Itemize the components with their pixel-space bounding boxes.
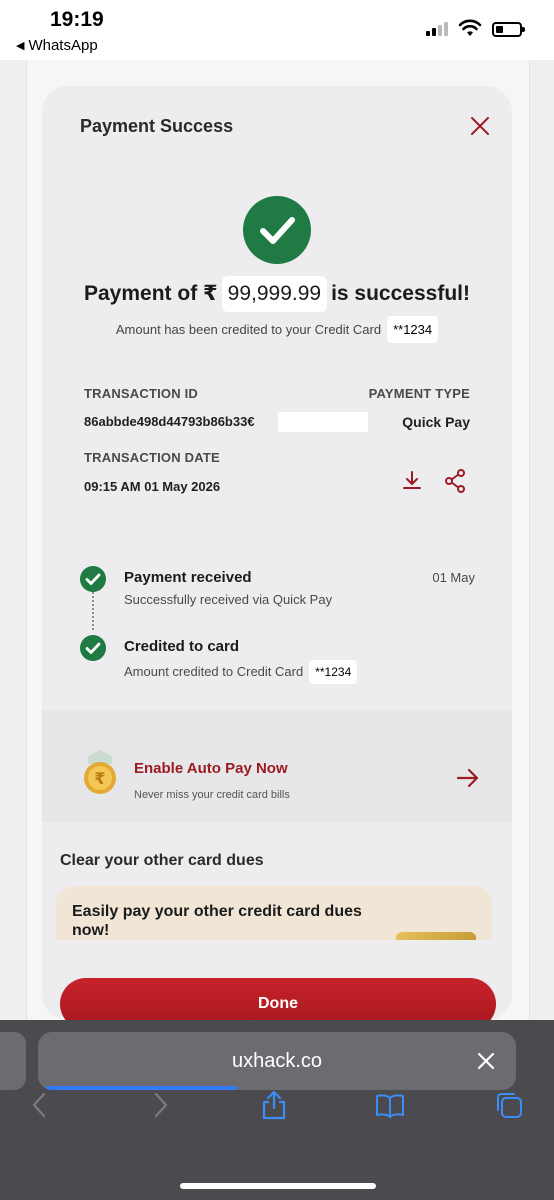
- home-indicator: [180, 1183, 376, 1189]
- timeline-check-1: [80, 566, 106, 592]
- back-app-label: WhatsApp: [28, 37, 98, 54]
- timeline-date-1: 01 May: [432, 570, 475, 585]
- timeline-check-2: [80, 635, 106, 661]
- address-bar[interactable]: uxhack.co: [38, 1032, 516, 1090]
- back-to-app-link[interactable]: ◀ WhatsApp: [16, 37, 98, 54]
- modal-title: Payment Success: [80, 116, 234, 136]
- page-load-progress: [46, 1086, 238, 1090]
- tabs-icon[interactable]: [494, 1090, 524, 1120]
- credited-message: Amount has been credited to your Credit …: [42, 316, 512, 343]
- url-text: uxhack.co: [231, 1050, 323, 1072]
- wifi-icon: [458, 19, 482, 36]
- back-triangle-icon: ◀: [16, 40, 25, 52]
- payment-type-value: Quick Pay: [402, 414, 470, 430]
- autopay-subtitle: Never miss your credit card bills: [134, 789, 290, 801]
- payment-amount: 99,999.99: [221, 276, 328, 312]
- payment-success-modal: Payment Success Payment of ₹99,999.99 is …: [42, 86, 512, 1020]
- payment-type-label: PAYMENT TYPE: [368, 386, 470, 401]
- timeline-connector: [92, 592, 94, 630]
- payment-headline: Payment of ₹99,999.99 is successful!: [42, 276, 512, 312]
- headline-prefix: Payment of ₹: [84, 282, 218, 305]
- autopay-title[interactable]: Enable Auto Pay Now: [134, 760, 288, 777]
- close-icon[interactable]: [476, 1051, 496, 1071]
- status-time: 19:19: [50, 8, 104, 31]
- bookmarks-icon[interactable]: [375, 1090, 405, 1120]
- close-icon[interactable]: [468, 114, 492, 138]
- forward-icon[interactable]: [144, 1090, 174, 1120]
- battery-icon: [492, 22, 525, 37]
- signal-icon: [426, 20, 448, 36]
- timeline-subtitle-2: Amount credited to Credit Card **1234: [124, 660, 358, 684]
- transaction-id-label: TRANSACTION ID: [84, 386, 199, 401]
- promo-text: Easily pay your other credit card dues n…: [72, 903, 362, 939]
- transaction-date-label: TRANSACTION DATE: [84, 450, 220, 465]
- redaction-box: [278, 412, 368, 432]
- back-icon[interactable]: [26, 1090, 56, 1120]
- timeline-title-2: Credited to card: [124, 638, 240, 655]
- check-icon: [85, 642, 101, 654]
- other-dues-heading: Clear your other card dues: [60, 852, 264, 869]
- credited-text: Amount has been credited to your Credit …: [115, 322, 382, 337]
- headline-suffix: is successful!: [331, 282, 470, 305]
- success-badge: [243, 196, 311, 264]
- previous-tab-peek[interactable]: [0, 1032, 26, 1090]
- transaction-id-value: 86abbde498d44793b86b33€: [84, 414, 255, 429]
- share-sheet-icon[interactable]: [259, 1090, 289, 1120]
- timeline-title-1: Payment received: [124, 569, 252, 586]
- timeline-masked-card: **1234: [309, 660, 358, 684]
- transaction-date-value: 09:15 AM 01 May 2026: [84, 479, 221, 494]
- timeline-subtitle-1: Successfully received via Quick Pay: [124, 592, 333, 607]
- masked-card-number: **1234: [387, 316, 439, 343]
- arrow-right-icon[interactable]: [456, 768, 480, 788]
- check-icon: [85, 573, 101, 585]
- svg-text:₹: ₹: [94, 769, 105, 788]
- share-icon[interactable]: [444, 469, 466, 493]
- timeline-subtitle-2-text: Amount credited to Credit Card: [124, 664, 304, 679]
- check-icon: [260, 217, 295, 244]
- rupee-coin-icon: ₹: [84, 750, 116, 794]
- download-icon[interactable]: [402, 470, 422, 492]
- status-bar: 19:19 ◀ WhatsApp: [0, 0, 554, 60]
